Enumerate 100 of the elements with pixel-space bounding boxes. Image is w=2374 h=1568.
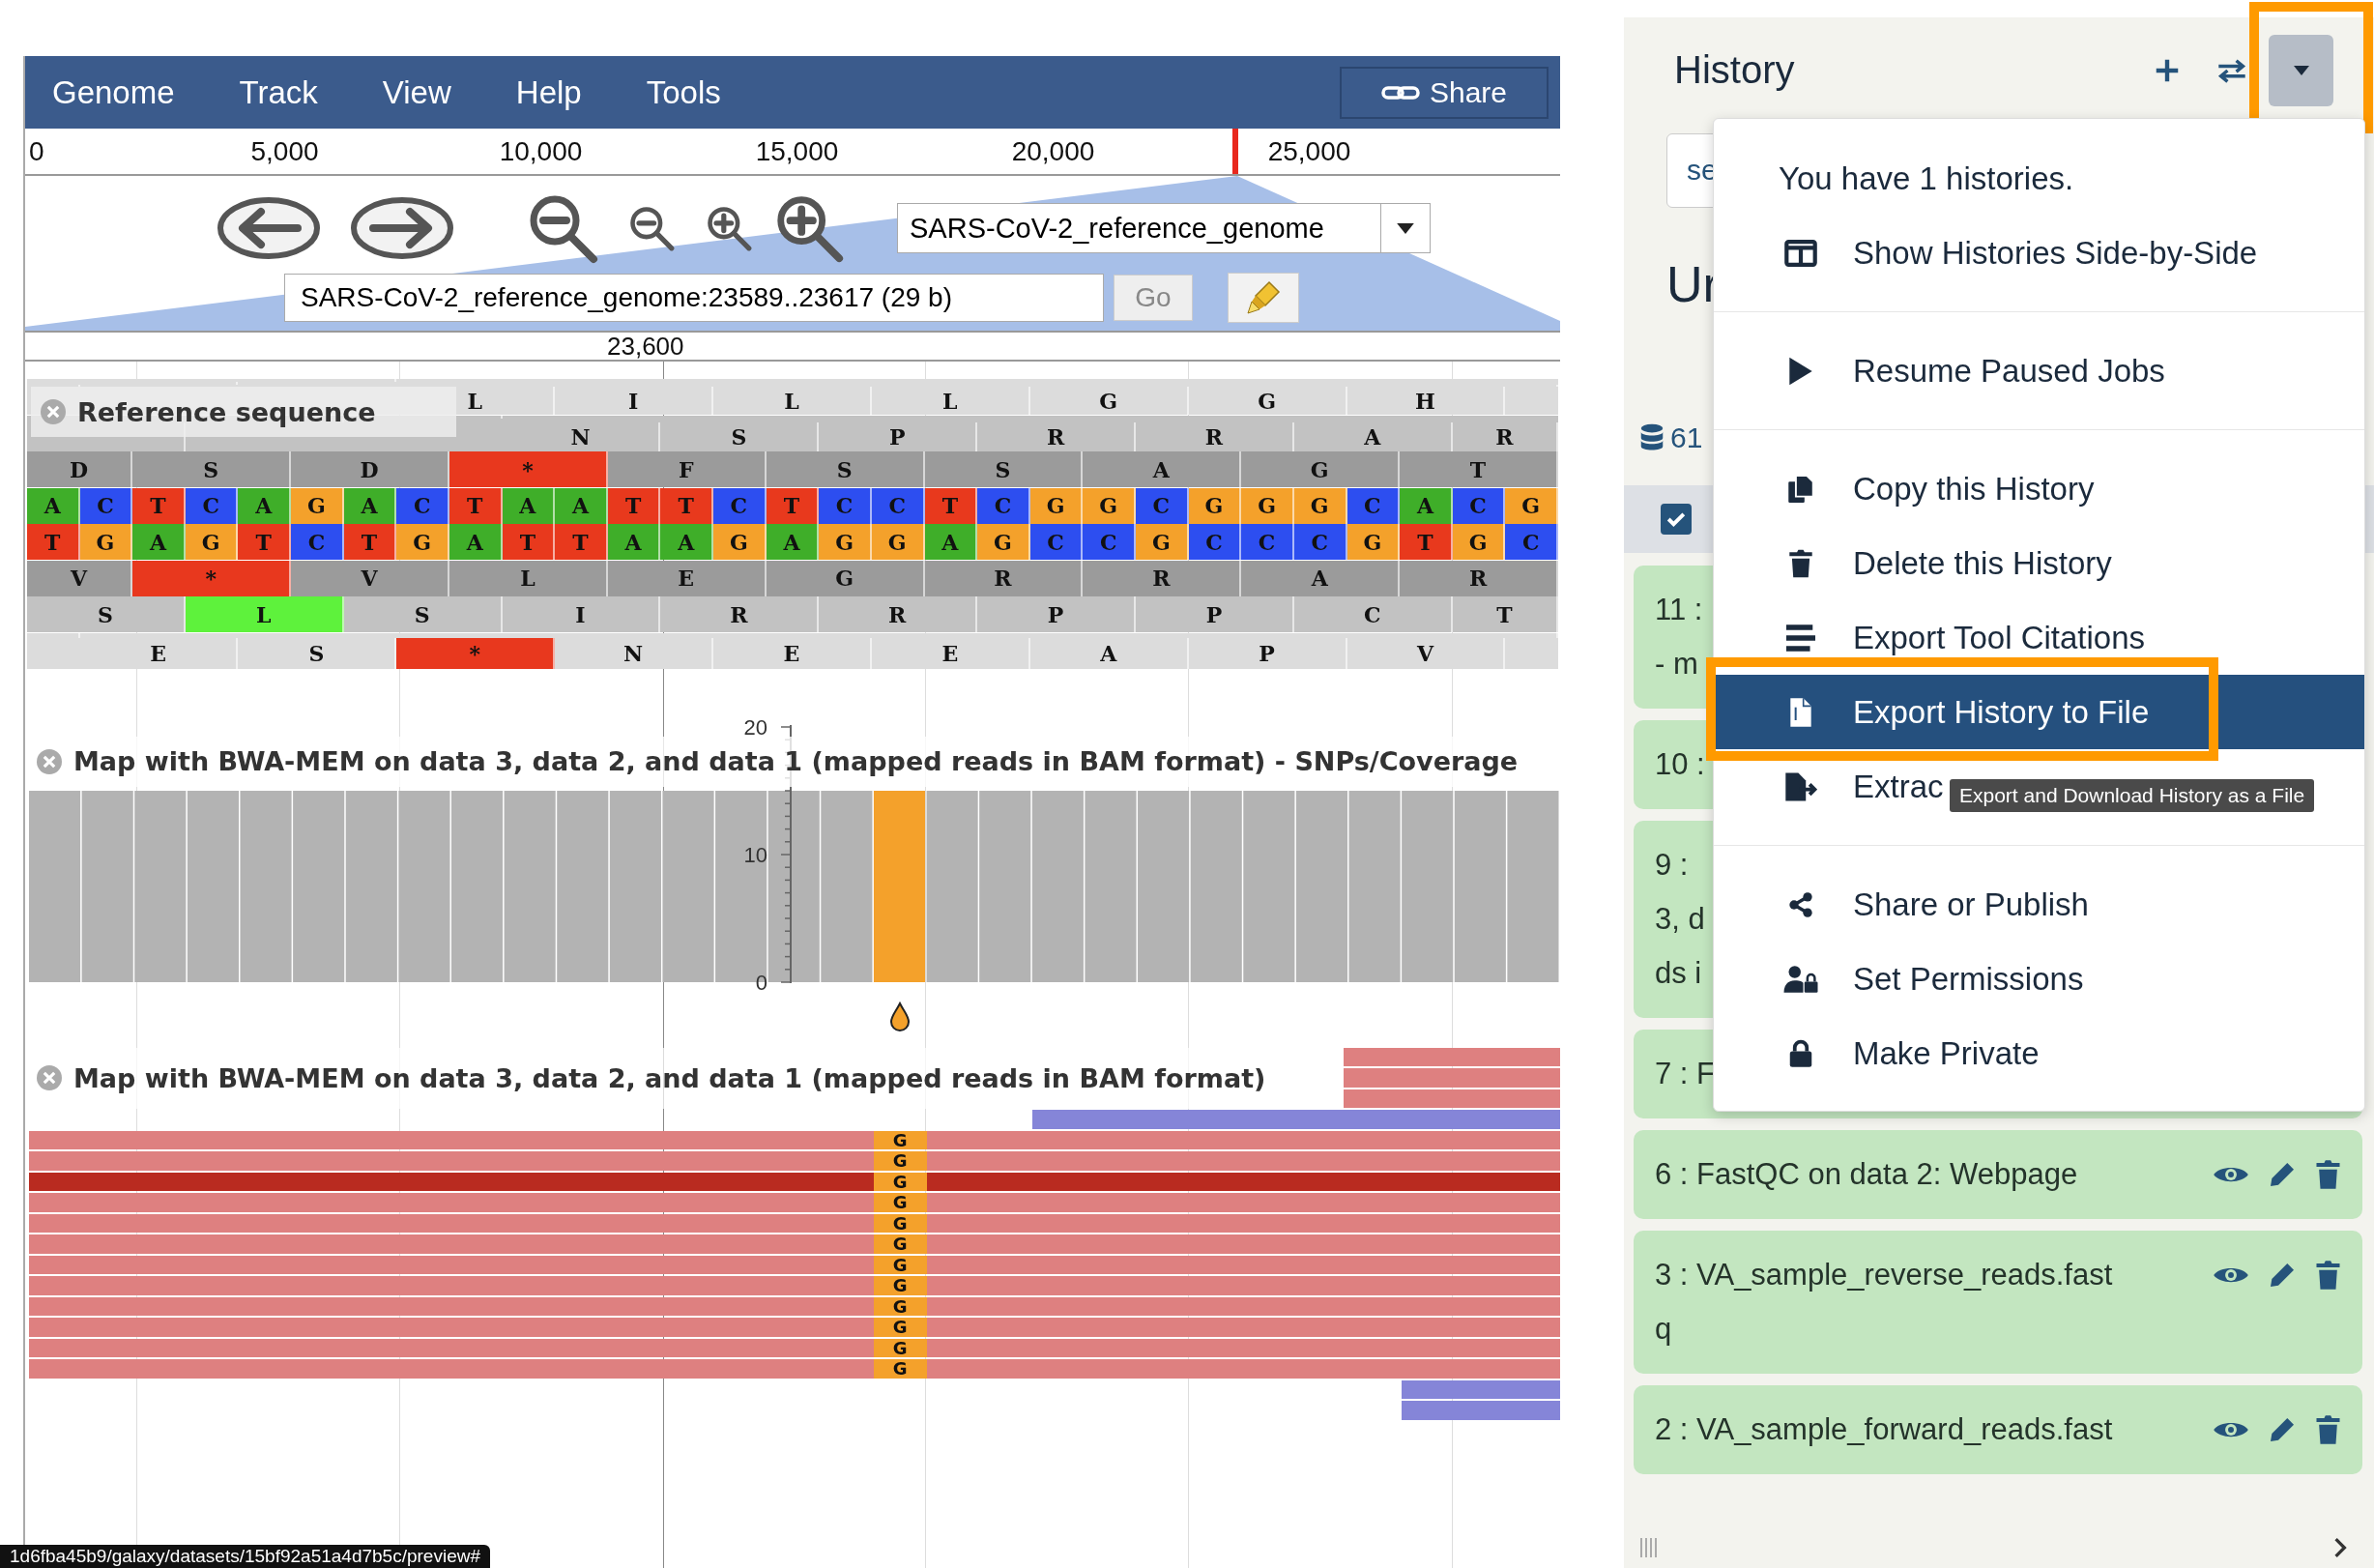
- base-cell: C: [1505, 524, 1558, 560]
- menu-item[interactable]: Delete this History: [1714, 526, 2116, 600]
- base-cell: T: [27, 524, 80, 560]
- base-cell: T: [449, 487, 503, 524]
- ruler-label: 25,000: [1266, 135, 1352, 167]
- chevron-right-icon[interactable]: [2333, 1537, 2347, 1559]
- mismatch-base: G: [873, 1151, 927, 1171]
- trash-icon[interactable]: [2315, 1414, 2341, 1446]
- menu-item[interactable]: View: [378, 73, 476, 111]
- amino-acid-cell: E: [79, 638, 239, 669]
- highlight-button[interactable]: [1228, 273, 1299, 323]
- close-icon[interactable]: [37, 1065, 62, 1090]
- read-bar[interactable]: [29, 1296, 1560, 1316]
- menu-item[interactable]: Set Permissions: [1714, 942, 2088, 1016]
- file-icon: [1789, 696, 1812, 728]
- base-cell: C: [713, 487, 767, 524]
- menu-item[interactable]: Share or Publish: [1714, 867, 2093, 942]
- trash-icon[interactable]: [2315, 1260, 2341, 1292]
- close-icon[interactable]: [37, 748, 62, 774]
- base-cell: C: [79, 487, 133, 524]
- mismatch-base: G: [873, 1234, 927, 1254]
- read-bar[interactable]: [29, 1172, 1560, 1191]
- read-bar[interactable]: [29, 1213, 1560, 1233]
- base-cell: C: [1188, 524, 1242, 560]
- axis-tick-label: 0: [755, 970, 767, 995]
- menu-item[interactable]: Export History to File: [1714, 675, 2364, 749]
- amino-acid-cell: *: [396, 638, 556, 669]
- menu-item[interactable]: Track: [235, 73, 342, 111]
- database-icon: [1639, 422, 1665, 452]
- pan-right-button[interactable]: [350, 196, 454, 260]
- base-cell: C: [396, 487, 449, 524]
- share-button[interactable]: Share: [1340, 66, 1549, 119]
- base-cell: A: [343, 487, 397, 524]
- position-marker: [1232, 129, 1238, 174]
- menu-item[interactable]: Genome: [48, 73, 199, 111]
- base-cell: T: [132, 487, 186, 524]
- dataset-title: q: [1655, 1311, 1672, 1349]
- menu-item[interactable]: Extrac: [1714, 749, 1948, 824]
- read-bar[interactable]: [29, 1130, 1560, 1149]
- base-cell: G: [1136, 524, 1189, 560]
- base-cell: G: [1083, 487, 1137, 524]
- dataset-title: 7 : F: [1655, 1056, 1715, 1093]
- panel-title: History: [1674, 48, 1795, 93]
- read-bar[interactable]: [1344, 1089, 1560, 1108]
- amino-acid-cell: A: [1029, 638, 1189, 669]
- base-cell: G: [1505, 487, 1558, 524]
- mismatch-base: G: [873, 1276, 927, 1295]
- read-bar[interactable]: [1344, 1047, 1560, 1066]
- menu-item[interactable]: Make Private: [1714, 1016, 2043, 1090]
- dataset-item[interactable]: 2 : VA_sample_forward_reads.fast: [1634, 1385, 2362, 1475]
- base-cell: G: [1293, 487, 1347, 524]
- user-lock-icon: [1782, 964, 1819, 994]
- snp-marker-icon[interactable]: [889, 1001, 912, 1032]
- menu-item[interactable]: Help: [511, 73, 606, 111]
- close-icon[interactable]: [41, 399, 66, 424]
- amino-acid-cell: *: [132, 560, 292, 596]
- base-cell: G: [185, 524, 239, 560]
- dataset-title: - m: [1655, 646, 1698, 683]
- trash-icon[interactable]: [2315, 1159, 2341, 1191]
- dataset-title: 3, d: [1655, 901, 1705, 939]
- overview-ruler[interactable]: 0 5,000 10,000 15,000 20,000 25,000: [25, 129, 1560, 176]
- pan-left-button[interactable]: [217, 196, 321, 260]
- mismatch-base: G: [873, 1213, 927, 1233]
- base-cell: T: [555, 524, 608, 560]
- base-cell: C: [1029, 524, 1084, 560]
- base-cell: G: [713, 524, 767, 560]
- dataset-item[interactable]: 3 : VA_sample_reverse_reads.fast q: [1634, 1231, 2362, 1375]
- menu-item[interactable]: Tools: [642, 73, 745, 111]
- base-cell: G: [819, 524, 872, 560]
- dataset-title: ds i: [1655, 955, 1702, 993]
- read-bar[interactable]: [29, 1255, 1560, 1274]
- caret-icon: [2293, 65, 2309, 75]
- share-icon: [1787, 890, 1814, 918]
- base-cell: T: [238, 524, 292, 560]
- menu-item[interactable]: Resume Paused Jobs: [1714, 334, 2169, 408]
- base-cell: A: [502, 487, 556, 524]
- base-cell: G: [1241, 487, 1294, 524]
- dataset-title: 11 :: [1655, 592, 1703, 629]
- scale-label: 23,600: [607, 331, 684, 362]
- location-field[interactable]: SARS-CoV-2_reference_genome:23589..23617 (29 b): [284, 274, 1104, 322]
- base-cell: G: [291, 487, 344, 524]
- base-cell: A: [766, 524, 820, 560]
- menu-item[interactable]: Export Tool Citations: [1714, 600, 2150, 675]
- read-bar[interactable]: [29, 1338, 1560, 1357]
- columns-icon: [1784, 239, 1817, 267]
- base-cell: C: [1241, 524, 1294, 560]
- reference-select[interactable]: SARS-CoV-2_reference_genome: [897, 203, 1431, 253]
- resize-grip-icon[interactable]: [1639, 1537, 1659, 1559]
- base-cell: C: [1346, 487, 1401, 524]
- lock-icon: [1788, 1038, 1813, 1068]
- base-cell: A: [238, 487, 292, 524]
- base-cell: G: [1346, 524, 1401, 560]
- menu-item[interactable]: Copy this History: [1714, 451, 2099, 526]
- read-bar[interactable]: [1402, 1379, 1560, 1399]
- base-cell: T: [1400, 524, 1453, 560]
- axis-tick-label: 10: [743, 842, 767, 867]
- base-cell: T: [660, 487, 714, 524]
- dataset-item[interactable]: 6 : FastQC on data 2: Webpage: [1634, 1130, 2362, 1220]
- select-all-checkbox[interactable]: [1661, 504, 1692, 536]
- ruler-label: 20,000: [1010, 135, 1096, 167]
